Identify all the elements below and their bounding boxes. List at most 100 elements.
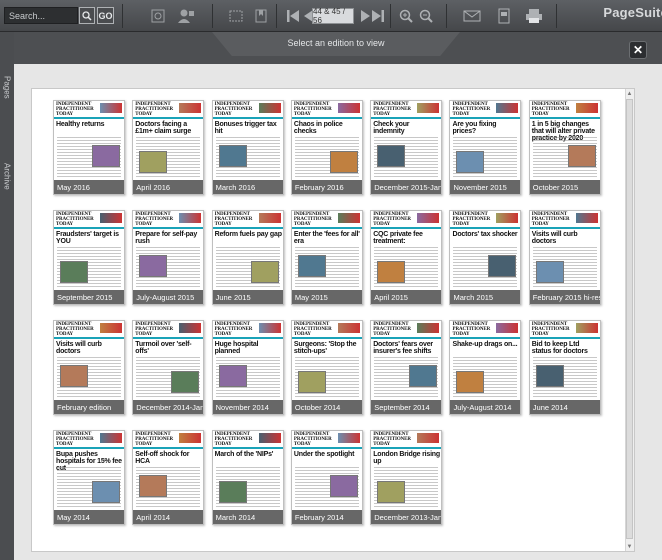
page-counter[interactable]: 44 & 45 / 56 (312, 7, 354, 25)
masthead-logo: INDEPENDENT PRACTITIONER TODAY (293, 432, 332, 448)
edition-label: November 2015 (450, 180, 521, 194)
cover-headline: Prepare for self-pay rush (135, 231, 198, 246)
masthead-logo: INDEPENDENT PRACTITIONER TODAY (531, 102, 570, 118)
edition-thumbnail[interactable]: INDEPENDENT PRACTITIONER TODAY London Bri… (370, 430, 443, 525)
cover-photo (218, 481, 247, 503)
scroll-down-arrow-icon[interactable]: ▼ (625, 542, 634, 551)
edition-thumbnail[interactable]: INDEPENDENT PRACTITIONER TODAY Reform fue… (211, 210, 284, 305)
masthead-promo (417, 213, 440, 223)
cover-photo (377, 145, 406, 167)
edition-thumbnail[interactable]: INDEPENDENT PRACTITIONER TODAY Check your… (370, 100, 443, 195)
edition-thumbnail[interactable]: INDEPENDENT PRACTITIONER TODAY Bupa pushe… (53, 430, 125, 525)
masthead-logo: INDEPENDENT PRACTITIONER TODAY (373, 102, 411, 118)
cover-photo (60, 261, 88, 283)
edition-thumbnail[interactable]: INDEPENDENT PRACTITIONER TODAY Under the … (290, 430, 363, 525)
edition-thumbnail[interactable]: INDEPENDENT PRACTITIONER TODAY Self-off s… (132, 430, 205, 525)
masthead-rule (212, 117, 283, 119)
edition-thumbnail[interactable]: INDEPENDENT PRACTITIONER TODAY Huge hospi… (211, 320, 284, 415)
edition-thumbnail[interactable]: INDEPENDENT PRACTITIONER TODAY Turmoil ov… (132, 320, 205, 415)
edition-thumbnail[interactable]: INDEPENDENT PRACTITIONER TODAY Surgeons: … (290, 320, 363, 415)
masthead-promo (100, 323, 122, 333)
edition-label: June 2015 (212, 290, 283, 304)
masthead-rule (212, 337, 283, 339)
masthead-bar: INDEPENDENT PRACTITIONER TODAY (371, 431, 442, 447)
edition-label: September 2014 (371, 400, 442, 414)
masthead-promo (496, 103, 519, 113)
cover-photo (329, 151, 358, 173)
cover-photo (139, 475, 168, 497)
masthead-rule (133, 227, 204, 229)
zoom-in-icon[interactable] (396, 6, 416, 26)
cover-photo (456, 151, 485, 173)
edition-thumbnail[interactable]: INDEPENDENT PRACTITIONER TODAY Doctors' f… (370, 320, 443, 415)
masthead-bar: INDEPENDENT PRACTITIONER TODAY (54, 211, 124, 227)
edition-thumbnail[interactable]: INDEPENDENT PRACTITIONER TODAY Fraudsters… (53, 210, 125, 305)
cover-headline: Turmoil over 'self-offs' (135, 341, 192, 356)
cover-headline: Bid to keep Ltd status for doctors (531, 341, 588, 356)
masthead-rule (450, 227, 521, 229)
edition-thumbnail[interactable]: INDEPENDENT PRACTITIONER TODAY CQC privat… (370, 210, 443, 305)
edition-thumbnail[interactable]: INDEPENDENT PRACTITIONER TODAY Bid to kee… (528, 320, 601, 415)
masthead-rule (133, 337, 204, 339)
edition-thumbnail[interactable]: INDEPENDENT PRACTITIONER TODAY Bonuses tr… (211, 100, 284, 195)
edition-label: March 2016 (212, 180, 283, 194)
cover-photo (535, 261, 564, 283)
masthead-promo (100, 433, 122, 443)
edition-thumbnail[interactable]: INDEPENDENT PRACTITIONER TODAY Visits wil… (53, 320, 125, 415)
cover-photo (329, 475, 358, 497)
edition-thumbnail[interactable]: INDEPENDENT PRACTITIONER TODAY Doctors' t… (449, 210, 522, 305)
masthead-rule (54, 447, 124, 449)
edition-thumbnail[interactable]: INDEPENDENT PRACTITIONER TODAY Healthy re… (53, 100, 125, 195)
toolbar-divider (212, 4, 213, 28)
edition-label: March 2015 (450, 290, 521, 304)
cover-photo (297, 371, 326, 393)
scrollbar-thumb[interactable] (626, 99, 633, 539)
bookmark-icon[interactable] (251, 6, 271, 26)
tab-pages[interactable]: Pages (0, 72, 14, 102)
masthead-promo (575, 103, 598, 113)
zoom-fit-icon[interactable] (148, 6, 168, 26)
edition-thumbnail[interactable]: INDEPENDENT PRACTITIONER TODAY Chaos in p… (290, 100, 363, 195)
cover-headline: Are you fixing prices? (452, 121, 497, 136)
masthead-bar: INDEPENDENT PRACTITIONER TODAY (529, 101, 600, 118)
email-icon[interactable] (462, 6, 482, 26)
tab-archive[interactable]: Archive (0, 158, 14, 194)
cover-photo (218, 145, 247, 167)
zoom-out-icon[interactable] (416, 6, 436, 26)
edition-label: December 2015-January 2016 (371, 180, 442, 194)
edition-thumbnail[interactable]: INDEPENDENT PRACTITIONER TODAY Visits wil… (528, 210, 601, 305)
masthead-promo (496, 213, 519, 223)
masthead-bar: INDEPENDENT PRACTITIONER TODAY (54, 431, 124, 447)
toolbar-divider (390, 4, 391, 28)
print-page-icon[interactable] (494, 6, 514, 26)
fit-width-icon[interactable] (226, 6, 246, 26)
masthead-promo (575, 323, 598, 333)
edition-thumbnail[interactable]: INDEPENDENT PRACTITIONER TODAY Enter the … (290, 210, 363, 305)
edition-thumbnail[interactable]: INDEPENDENT PRACTITIONER TODAY Shake-up d… (449, 320, 522, 415)
toolbar-divider (446, 4, 447, 28)
cover-headline: Doctors facing a £1m+ claim surge (135, 121, 192, 136)
printer-icon[interactable] (524, 6, 544, 26)
edition-thumbnail[interactable]: INDEPENDENT PRACTITIONER TODAY Are you fi… (449, 100, 522, 195)
search-button[interactable] (79, 7, 95, 24)
edition-label: November 2014 (212, 400, 283, 414)
edition-label: March 2014 (212, 510, 283, 524)
search-input[interactable] (4, 7, 78, 24)
cover-headline: Visits will curb doctors (531, 231, 578, 246)
close-button[interactable]: ✕ (629, 41, 647, 59)
cover-headline: Shake-up drags on... (452, 341, 518, 348)
edition-label: April 2016 (133, 180, 204, 194)
masthead-promo (179, 213, 202, 223)
cover-photo (409, 365, 438, 387)
user-icon[interactable] (176, 6, 196, 26)
cover-photo (297, 255, 326, 277)
cover-photo (377, 481, 406, 503)
cover-headline: March of the 'NIPs' (214, 451, 274, 458)
edition-thumbnail[interactable]: INDEPENDENT PRACTITIONER TODAY Prepare fo… (132, 210, 205, 305)
last-page-icon[interactable] (368, 6, 388, 26)
edition-thumbnail[interactable]: INDEPENDENT PRACTITIONER TODAY March of t… (211, 430, 284, 525)
edition-thumbnail[interactable]: INDEPENDENT PRACTITIONER TODAY Doctors fa… (132, 100, 205, 195)
scroll-up-arrow-icon[interactable]: ▲ (625, 89, 634, 98)
edition-thumbnail[interactable]: INDEPENDENT PRACTITIONER TODAY 1 in 5 big… (528, 100, 601, 195)
go-button[interactable]: GO (97, 7, 114, 24)
